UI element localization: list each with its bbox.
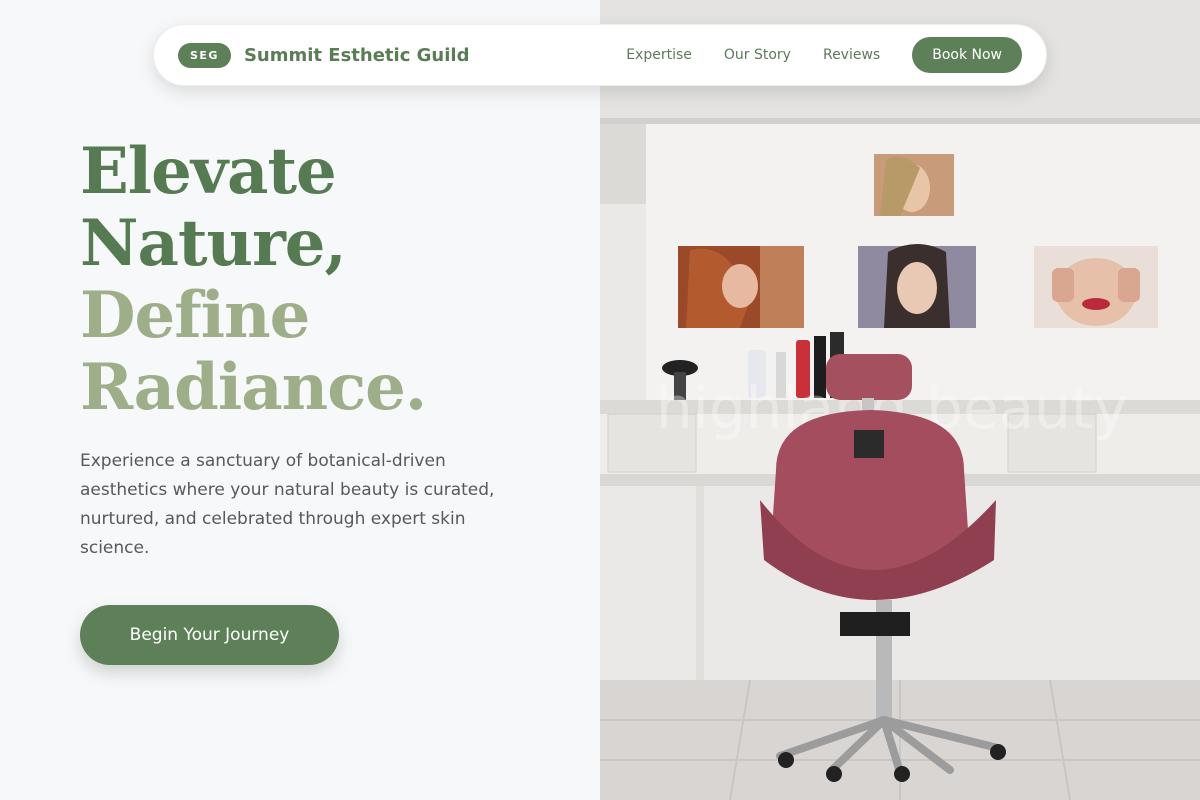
nav-link-reviews[interactable]: Reviews — [823, 47, 880, 63]
headline-line-4: Radiance. — [80, 350, 427, 425]
portrait-center — [858, 244, 976, 328]
begin-journey-button[interactable]: Begin Your Journey — [80, 605, 339, 665]
brand-badge[interactable]: SEG — [178, 42, 231, 68]
hero-salon-photo: highland.beauty — [600, 0, 1200, 800]
book-now-button[interactable]: Book Now — [912, 37, 1022, 73]
headline-line-3: Define — [80, 278, 310, 353]
portrait-top — [874, 154, 954, 216]
brand-name[interactable]: Summit Esthetic Guild — [244, 45, 470, 66]
nav-links: Expertise Our Story Reviews — [626, 47, 880, 63]
portrait-right — [1034, 246, 1158, 328]
nav-link-expertise[interactable]: Expertise — [626, 47, 692, 63]
hero-description: Experience a sanctuary of botanical-driv… — [80, 451, 495, 558]
hero-headline: Elevate Nature, Define Radiance. — [80, 134, 427, 425]
nav-link-our-story[interactable]: Our Story — [724, 47, 791, 63]
headline-line-1: Elevate — [80, 134, 337, 209]
top-navbar: SEG Summit Esthetic Guild Expertise Our … — [153, 24, 1047, 86]
portrait-left — [678, 246, 804, 328]
headline-line-2: Nature, — [80, 206, 347, 281]
